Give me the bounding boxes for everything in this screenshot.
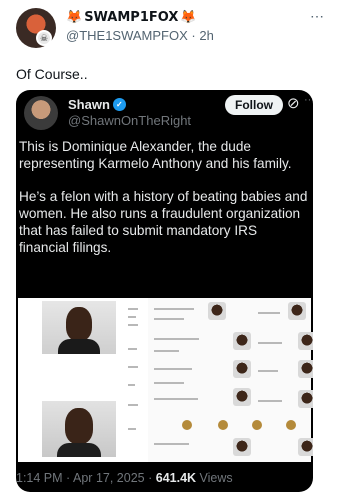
views-label: Views bbox=[199, 471, 233, 485]
embed-time: 1:14 PM bbox=[16, 471, 63, 485]
embed-more-icon: ··· bbox=[304, 94, 313, 106]
embed-paragraph: This is Dominique Alexander, the dude re… bbox=[19, 139, 292, 171]
separator-dot: · bbox=[148, 471, 153, 485]
embed-handle: @ShawnOnTheRight bbox=[68, 113, 192, 128]
records-collage bbox=[148, 298, 313, 462]
tweet-text: Of Course.. bbox=[16, 66, 88, 82]
tweet-header: 🦊 SWAMP1FOX 🦊 @THE1SWAMPFOX · 2h bbox=[66, 10, 333, 43]
views-count: 641.4K bbox=[155, 471, 197, 485]
embed-footer: 1:14 PM · Apr 17, 2025 · 641.4K Views bbox=[16, 471, 233, 485]
display-name[interactable]: 🦊 SWAMP1FOX 🦊 bbox=[66, 10, 333, 25]
embed-avatar bbox=[24, 96, 58, 130]
display-name-text: SWAMP1FOX bbox=[84, 10, 179, 25]
document-text-strip bbox=[128, 308, 140, 458]
handle[interactable]: @THE1SWAMPFOX bbox=[66, 28, 188, 43]
timestamp[interactable]: 2h bbox=[199, 28, 213, 43]
handle-row: @THE1SWAMPFOX · 2h bbox=[66, 28, 333, 43]
embed-media-image bbox=[18, 298, 313, 462]
mugshot-photo bbox=[42, 301, 116, 354]
verified-badge-icon: ✓ bbox=[112, 98, 126, 111]
separator-dot: · bbox=[191, 28, 196, 43]
more-horizontal-icon[interactable]: ⋯ bbox=[310, 8, 325, 25]
community-badge-icon: ☠ bbox=[36, 30, 52, 46]
embed-body: This is Dominique Alexander, the dude re… bbox=[19, 138, 309, 256]
grok-icon: ⊘ bbox=[287, 95, 300, 112]
fox-emoji-right: 🦊 bbox=[180, 10, 197, 25]
mugshot-photo bbox=[42, 401, 116, 457]
embed-display-name-text: Shawn bbox=[68, 97, 110, 112]
embed-display-name: Shawn ✓ bbox=[68, 97, 126, 112]
follow-button: Follow bbox=[225, 95, 283, 115]
separator-dot: · bbox=[66, 471, 71, 485]
embed-paragraph: He’s a felon with a history of beating b… bbox=[19, 189, 308, 255]
fox-emoji-left: 🦊 bbox=[66, 10, 83, 25]
embed-date: Apr 17, 2025 bbox=[73, 471, 145, 485]
embedded-screenshot[interactable]: Shawn ✓ @ShawnOnTheRight Follow ⊘ ··· Th… bbox=[16, 90, 313, 492]
